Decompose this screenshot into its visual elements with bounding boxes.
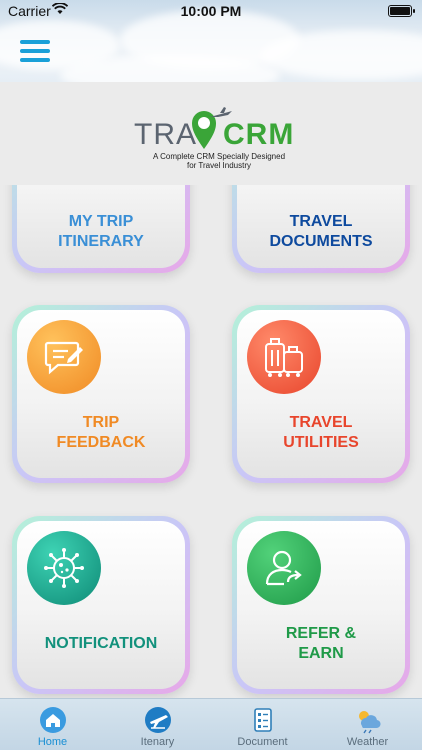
luggage-icon xyxy=(247,320,321,394)
menu-grid: MY TRIP ITINERARY TRAVEL DOCUMENTS TRIP … xyxy=(0,185,422,698)
tile-trip-feedback[interactable]: TRIP FEEDBACK xyxy=(12,305,190,483)
tile-label: TRIP FEEDBACK xyxy=(56,414,146,451)
logo-tagline: A Complete CRM Specially Designed xyxy=(152,152,286,161)
header: Carrier 10:00 PM xyxy=(0,0,422,82)
document-icon xyxy=(253,708,272,732)
status-bar: Carrier 10:00 PM xyxy=(0,0,422,24)
plane-icon xyxy=(144,707,171,733)
refer-user-icon xyxy=(247,531,321,605)
tile-label: NOTIFICATION xyxy=(44,635,158,652)
tile-label: REFER & EARN xyxy=(285,625,357,662)
tile-travel-documents[interactable]: TRAVEL DOCUMENTS xyxy=(232,185,410,273)
tile-label: MY TRIP ITINERARY xyxy=(58,213,144,250)
menu-button[interactable] xyxy=(20,40,52,66)
logo-tagline-2: for Travel Industry xyxy=(186,161,252,170)
tile-travel-utilities[interactable]: TRAVEL UTILITIES xyxy=(232,305,410,483)
tab-label: Weather xyxy=(346,736,389,748)
app-logo: TRA CRM A Complete CRM Specially Designed… xyxy=(0,100,422,170)
bottom-tab-bar: Home Itenary Document Weather xyxy=(0,698,422,750)
tab-label: Home xyxy=(37,736,68,748)
battery-icon xyxy=(388,5,415,17)
tab-label: Itenary xyxy=(140,736,175,748)
tab-document[interactable]: Document xyxy=(210,699,315,750)
virus-icon xyxy=(27,531,101,605)
home-icon xyxy=(39,707,66,733)
tab-itenary[interactable]: Itenary xyxy=(105,699,210,750)
tile-refer-and-earn[interactable]: REFER & EARN xyxy=(232,516,410,694)
tile-label: TRAVEL DOCUMENTS xyxy=(269,213,373,250)
location-pin-icon xyxy=(192,107,232,149)
clock: 10:00 PM xyxy=(180,3,242,19)
tab-label: Document xyxy=(237,736,288,748)
weather-icon xyxy=(358,711,381,734)
tab-weather[interactable]: Weather xyxy=(315,699,420,750)
tile-label: TRAVEL UTILITIES xyxy=(283,414,359,451)
tile-notification[interactable]: NOTIFICATION xyxy=(12,516,190,694)
tile-my-trip-itinerary[interactable]: MY TRIP ITINERARY xyxy=(12,185,190,273)
tab-home[interactable]: Home xyxy=(0,699,105,750)
feedback-icon xyxy=(27,320,101,394)
